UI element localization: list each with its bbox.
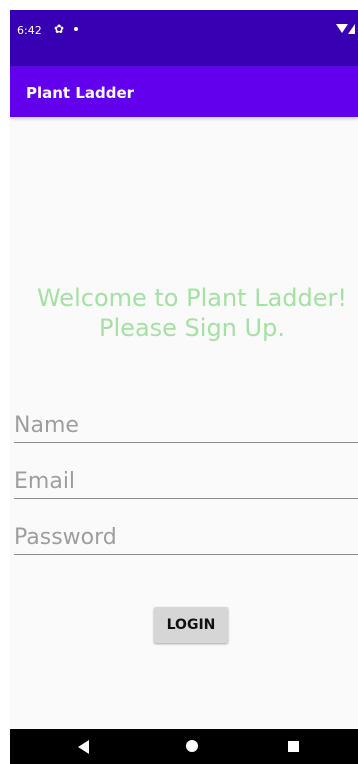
phone-screen: 6:42 ✿ Plant Ladder Welcome to Plant Lad…	[10, 10, 358, 764]
navigation-bar	[10, 729, 358, 764]
welcome-message: Welcome to Plant Ladder! Please Sign Up.	[10, 283, 358, 343]
status-time: 6:42	[17, 24, 42, 37]
back-icon[interactable]	[78, 740, 89, 754]
app-title: Plant Ladder	[26, 84, 135, 102]
name-field[interactable]	[14, 408, 358, 443]
welcome-line-2: Please Sign Up.	[99, 314, 285, 342]
app-bar: Plant Ladder	[10, 66, 358, 117]
status-bar: 6:42 ✿	[10, 10, 358, 66]
welcome-line-1: Welcome to Plant Ladder!	[36, 284, 348, 312]
login-button[interactable]: LOGIN	[154, 607, 228, 643]
gear-icon: ✿	[54, 22, 65, 36]
recents-icon[interactable]	[288, 741, 299, 752]
email-field[interactable]	[14, 464, 358, 499]
wifi-signal-icon	[336, 24, 355, 34]
notification-dot-icon	[74, 27, 78, 31]
home-icon[interactable]	[186, 740, 198, 752]
password-field[interactable]	[14, 520, 358, 555]
